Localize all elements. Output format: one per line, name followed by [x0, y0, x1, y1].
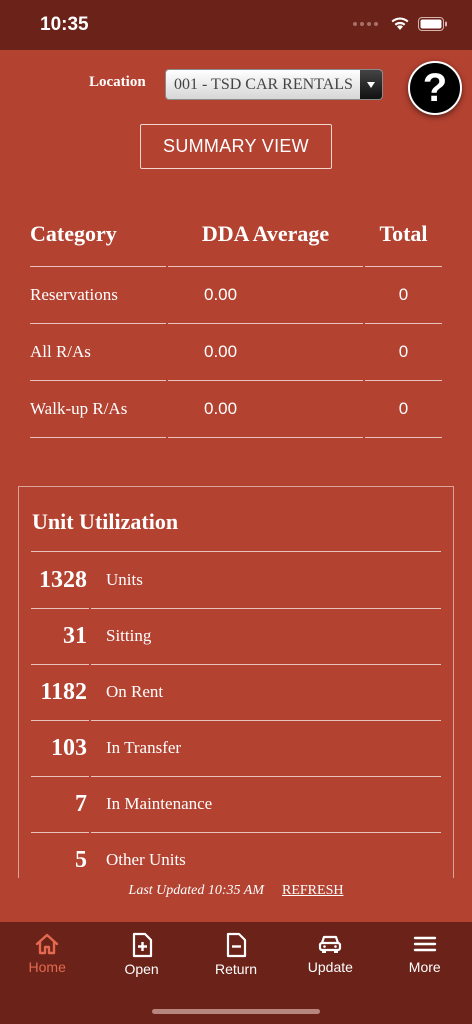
- divider: [31, 551, 441, 552]
- dda-table-header: Category DDA Average Total: [30, 215, 442, 267]
- row-average: 0.00: [168, 324, 363, 381]
- last-updated-bar: Last Updated 10:35 AM REFRESH: [0, 883, 472, 899]
- row-category: Reservations: [30, 267, 166, 324]
- wifi-icon: [391, 17, 409, 30]
- list-item[interactable]: 7 In Maintenance: [31, 777, 441, 833]
- car-icon: [319, 935, 342, 953]
- unit-count: 1182: [31, 665, 89, 721]
- last-updated-text: Last Updated 10:35 AM: [128, 883, 264, 898]
- row-average: 0.00: [168, 381, 363, 438]
- home-icon: [35, 933, 59, 955]
- unit-count: 1328: [31, 553, 89, 609]
- unit-count: 7: [31, 777, 89, 833]
- tab-label: More: [408, 959, 441, 975]
- unit-count: 5: [31, 833, 89, 878]
- unit-utilization-list: 1328 Units 31 Sitting 1182 On Rent 103 I…: [31, 553, 441, 878]
- status-icons: [353, 16, 448, 31]
- list-item[interactable]: 31 Sitting: [31, 609, 441, 665]
- row-average: 0.00: [168, 267, 363, 324]
- unit-utilization-panel: Unit Utilization 1328 Units 31 Sitting 1…: [18, 486, 454, 878]
- dda-table: Category DDA Average Total Reservations …: [30, 215, 442, 438]
- summary-view-button[interactable]: SUMMARY VIEW: [140, 124, 332, 169]
- tab-label: Open: [124, 961, 159, 977]
- cellular-signal-icon: [353, 21, 378, 26]
- tab-label: Update: [307, 959, 353, 975]
- list-item[interactable]: 1328 Units: [31, 553, 441, 609]
- header-category: Category: [30, 215, 166, 267]
- unit-label: Other Units: [91, 833, 441, 878]
- unit-label: On Rent: [91, 665, 441, 721]
- location-selected-value: 001 - TSD CAR RENTALS: [174, 76, 353, 93]
- table-row: Reservations 0.00 0: [30, 267, 442, 324]
- menu-icon: [413, 936, 436, 952]
- list-item[interactable]: 103 In Transfer: [31, 721, 441, 777]
- home-indicator[interactable]: [152, 1009, 320, 1014]
- row-category: All R/As: [30, 324, 166, 381]
- table-row: Walk-up R/As 0.00 0: [30, 381, 442, 438]
- list-item[interactable]: 1182 On Rent: [31, 665, 441, 721]
- row-total: 0: [365, 267, 442, 324]
- table-row: All R/As 0.00 0: [30, 324, 442, 381]
- unit-utilization-title: Unit Utilization: [32, 509, 179, 534]
- tab-label: Return: [214, 961, 257, 977]
- dropdown-arrow-icon: [360, 70, 382, 99]
- location-select[interactable]: 001 - TSD CAR RENTALS: [165, 69, 383, 100]
- row-total: 0: [365, 324, 442, 381]
- unit-label: Sitting: [91, 609, 441, 665]
- row-category: Walk-up R/As: [30, 381, 166, 438]
- unit-label: In Maintenance: [91, 777, 441, 833]
- header-dda-average: DDA Average: [168, 215, 363, 267]
- list-item[interactable]: 5 Other Units: [31, 833, 441, 878]
- tab-label: Home: [28, 959, 66, 975]
- unit-count: 31: [31, 609, 89, 665]
- status-bar: 10:35: [0, 0, 472, 50]
- header-total: Total: [365, 215, 442, 267]
- tab-more[interactable]: More: [378, 922, 472, 1024]
- document-remove-icon: [226, 932, 247, 958]
- unit-count: 103: [31, 721, 89, 777]
- help-button[interactable]: ?: [408, 61, 462, 115]
- refresh-link[interactable]: REFRESH: [282, 883, 343, 898]
- row-total: 0: [365, 381, 442, 438]
- unit-label: In Transfer: [91, 721, 441, 777]
- document-add-icon: [132, 932, 152, 958]
- unit-label: Units: [91, 553, 441, 609]
- tab-home[interactable]: Home: [0, 922, 94, 1024]
- location-label: Location: [89, 74, 146, 90]
- battery-icon: [418, 16, 447, 31]
- status-time: 10:35: [40, 14, 89, 35]
